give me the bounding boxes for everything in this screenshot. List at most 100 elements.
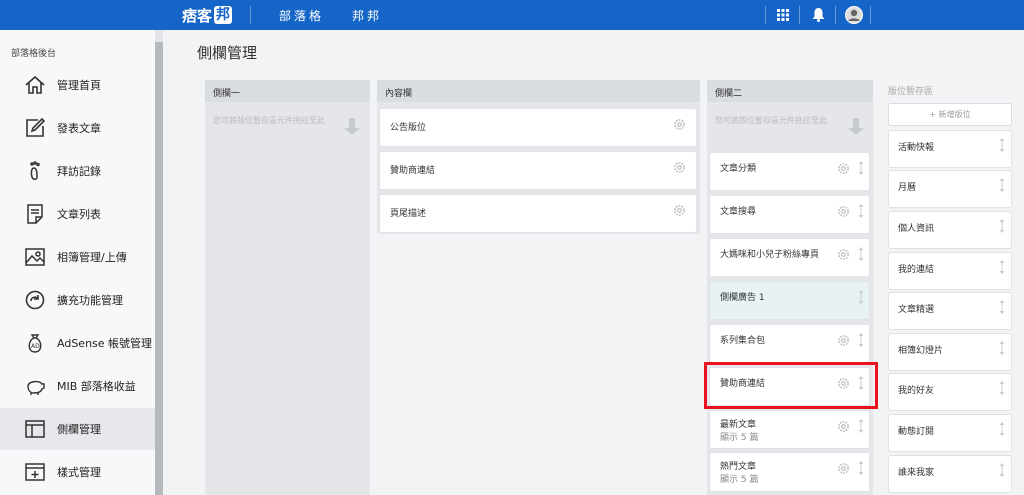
nav-blog[interactable]: 部落格	[279, 7, 324, 24]
storage-item[interactable]: 動態訂閱	[888, 414, 1012, 452]
drag-handle-icon[interactable]	[999, 138, 1005, 152]
column-header: 內容欄	[377, 80, 700, 102]
widget-card[interactable]: 文章分類	[709, 152, 870, 191]
footprint-icon	[30, 161, 40, 180]
sidebar-item-label: 發表文章	[57, 122, 101, 135]
storage-item[interactable]: 我的好友	[888, 373, 1012, 411]
sidebar-item-sidebar-management[interactable]: 側欄管理	[0, 408, 155, 450]
sidebar-item-label: 側欄管理	[57, 423, 101, 436]
storage-item-label: 動態訂閱	[898, 427, 935, 437]
storage-item[interactable]: 月曆	[888, 170, 1012, 208]
adsense-icon: AD	[28, 334, 42, 353]
drag-handle-icon[interactable]	[858, 247, 864, 261]
svg-text:AD: AD	[31, 343, 40, 350]
widget-card[interactable]: 公告版位	[379, 108, 697, 147]
sidebar-item-album[interactable]: 相簿管理/上傳	[0, 236, 155, 278]
top-bar: 痞客 邦 部落格 邦邦	[0, 0, 1024, 30]
drag-handle-icon[interactable]	[999, 219, 1005, 233]
sidebar-item-mib[interactable]: MIB 部落格收益	[0, 365, 155, 407]
style-icon	[25, 463, 45, 481]
drop-arrow-icon	[848, 118, 867, 135]
column-sidebar-1[interactable]: 側欄一 您可將版位暫存區元件拖拉至此	[205, 80, 370, 495]
storage-item[interactable]: 相簿幻燈片	[888, 333, 1012, 371]
storage-item-label: 相簿幻燈片	[898, 346, 944, 356]
gear-icon[interactable]	[837, 205, 850, 218]
drag-handle-icon[interactable]	[858, 419, 864, 433]
site-logo[interactable]: 痞客 邦	[182, 4, 233, 26]
widget-card[interactable]: 贊助商連結	[379, 151, 697, 190]
divider	[250, 6, 251, 24]
storage-item[interactable]: 個人資訊	[888, 211, 1012, 249]
sidebar-item-label: 樣式管理	[57, 466, 101, 479]
gear-icon[interactable]	[673, 204, 686, 217]
drag-handle-icon[interactable]	[999, 178, 1005, 192]
drag-handle-icon[interactable]	[858, 461, 864, 475]
widget-title: 最新文章	[720, 420, 757, 430]
gear-icon[interactable]	[837, 162, 850, 175]
sidebar-item-visits[interactable]: 拜訪記錄	[0, 150, 155, 192]
article-list-icon	[27, 204, 43, 224]
storage-item[interactable]: 誰來我家	[888, 455, 1012, 493]
album-icon	[25, 248, 45, 266]
widget-card[interactable]: 大媽咪和小兒子粉絲專頁	[709, 238, 870, 277]
gear-icon[interactable]	[837, 462, 850, 475]
drag-handle-icon[interactable]	[858, 204, 864, 218]
sidebar-item-new-post[interactable]: 發表文章	[0, 107, 155, 149]
divider	[870, 6, 871, 24]
add-slot-button[interactable]: + 新增版位	[888, 103, 1012, 126]
drag-handle-icon[interactable]	[999, 381, 1005, 395]
gear-icon[interactable]	[837, 334, 850, 347]
drag-handle-icon[interactable]	[858, 290, 864, 304]
sidebar-item-label: AdSense 帳號管理	[57, 337, 153, 350]
sidebar-item-adsense[interactable]: AD AdSense 帳號管理	[0, 322, 155, 364]
drop-arrow-icon	[344, 118, 363, 135]
gear-icon[interactable]	[837, 420, 850, 433]
sidebar-layout-icon	[25, 420, 45, 438]
widget-card[interactable]: 文章搜尋	[709, 195, 870, 234]
storage-item-label: 我的連結	[898, 265, 935, 275]
column-content[interactable]: 內容欄 公告版位 贊助商連結 頁尾描述	[377, 80, 700, 234]
widget-card[interactable]: 側欄廣告 1	[709, 281, 870, 320]
sidebar-item-home[interactable]: 管理首頁	[0, 64, 155, 106]
divider	[835, 6, 836, 24]
storage-title: 版位暫存區	[888, 87, 934, 97]
widget-card[interactable]: 系列集合包	[709, 324, 870, 363]
sidebar-item-label: MIB 部落格收益	[57, 380, 136, 393]
logo-box: 邦	[214, 6, 233, 24]
storage-item[interactable]: 活動快報	[888, 130, 1012, 168]
widget-title: 熱門文章	[720, 462, 757, 472]
sidebar-item-label: 管理首頁	[57, 79, 101, 92]
storage-item[interactable]: 我的連結	[888, 252, 1012, 290]
sidebar-item-article-list[interactable]: 文章列表	[0, 193, 155, 235]
drag-handle-icon[interactable]	[999, 300, 1005, 314]
drag-handle-icon[interactable]	[999, 422, 1005, 436]
drag-handle-icon[interactable]	[999, 260, 1005, 274]
gear-icon[interactable]	[673, 118, 686, 131]
widget-title: 側欄廣告 1	[720, 293, 765, 303]
drag-handle-icon[interactable]	[999, 463, 1005, 477]
widget-card[interactable]: 頁尾描述	[379, 194, 697, 233]
storage-item-label: 誰來我家	[898, 468, 935, 478]
gear-icon[interactable]	[837, 248, 850, 261]
widget-title: 大媽咪和小兒子粉絲專頁	[720, 250, 820, 260]
sidebar-item-style[interactable]: 樣式管理	[0, 451, 155, 493]
page-title: 側欄管理	[197, 44, 258, 62]
widget-card[interactable]: 最新文章 顯示 5 篇	[709, 410, 870, 449]
apps-grid-icon[interactable]	[766, 0, 799, 30]
widget-card[interactable]: 熱門文章 顯示 5 篇	[709, 452, 870, 492]
divider	[799, 6, 800, 24]
drag-handle-icon[interactable]	[858, 161, 864, 175]
storage-item[interactable]: 文章精選	[888, 292, 1012, 330]
drag-handle-icon[interactable]	[858, 333, 864, 347]
widget-title: 文章搜尋	[720, 207, 757, 217]
nav-bangbang[interactable]: 邦邦	[352, 7, 382, 24]
gear-icon[interactable]	[673, 161, 686, 174]
home-icon	[25, 75, 45, 94]
sidebar-scrollbar-thumb[interactable]	[155, 42, 163, 495]
user-avatar[interactable]	[837, 0, 870, 30]
notification-bell-icon[interactable]	[802, 0, 835, 30]
sidebar-item-extensions[interactable]: 擴充功能管理	[0, 279, 155, 321]
sidebar: 部落格後台 管理首頁 發表文章 拜訪記錄 文章列表 相簿管理/上傳 擴充功能管理…	[0, 30, 163, 495]
drag-handle-icon[interactable]	[999, 341, 1005, 355]
widget-title: 公告版位	[390, 123, 427, 133]
